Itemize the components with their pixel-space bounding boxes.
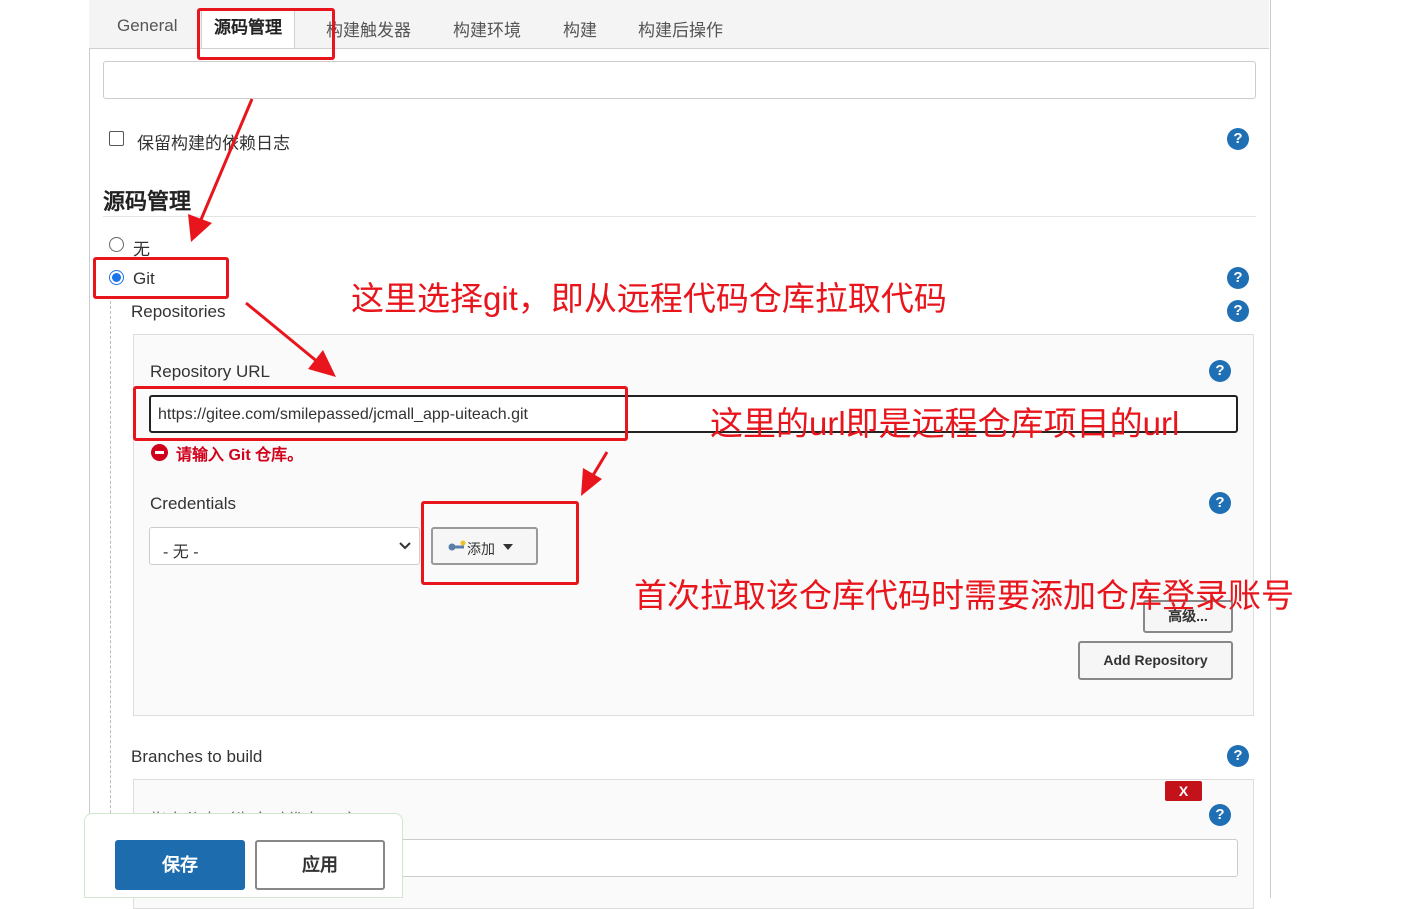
annotation-arrows: [188, 98, 609, 496]
annotation-git-note: 这里选择git，即从远程代码仓库拉取代码: [351, 280, 947, 317]
annotation-url-note: 这里的url即是远程仓库项目的url: [710, 405, 1180, 442]
annotation-credentials-note: 首次拉取该仓库代码时需要添加仓库登录账号: [634, 577, 1294, 614]
